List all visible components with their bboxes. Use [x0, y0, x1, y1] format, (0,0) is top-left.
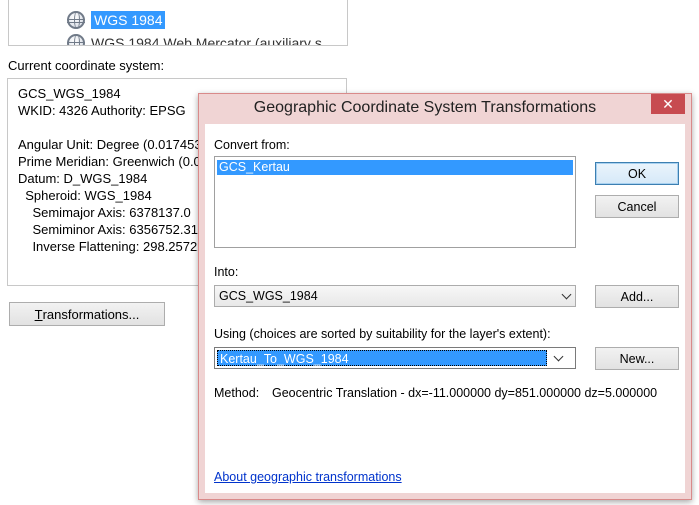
tree-item-label: WGS 1984 Web Mercator (auxiliary s: [91, 35, 322, 46]
close-button[interactable]: ✕: [651, 94, 685, 114]
tree-item-label: WGS 1984: [91, 11, 166, 29]
transformations-mnemonic: T: [34, 306, 43, 322]
tree-item-wgs-1984[interactable]: WGS 1984: [67, 10, 166, 30]
close-icon: ✕: [662, 95, 674, 112]
add-button[interactable]: Add...: [595, 285, 679, 308]
tree-item-wgs-1984-web-mercator[interactable]: WGS 1984 Web Mercator (auxiliary s: [67, 33, 322, 46]
using-value: Kertau_To_WGS_1984: [217, 350, 547, 366]
list-item[interactable]: GCS_Kertau: [217, 160, 573, 175]
chevron-down-icon[interactable]: [549, 348, 567, 368]
gcs-transformations-dialog: Geographic Coordinate System Transformat…: [198, 93, 692, 500]
convert-from-label: Convert from:: [214, 138, 290, 152]
globe-icon: [67, 11, 85, 29]
into-dropdown[interactable]: GCS_WGS_1984: [214, 285, 576, 307]
using-dropdown[interactable]: Kertau_To_WGS_1984: [214, 347, 576, 369]
dialog-titlebar[interactable]: Geographic Coordinate System Transformat…: [199, 94, 691, 122]
new-button[interactable]: New...: [595, 347, 679, 370]
globe-icon: [67, 34, 85, 45]
about-transformations-link[interactable]: About geographic transformations: [214, 470, 402, 484]
method-row: Method: Geocentric Translation - dx=-11.0…: [214, 386, 657, 400]
chevron-down-icon[interactable]: [557, 286, 575, 306]
method-label: Method:: [214, 386, 260, 400]
dialog-title: Geographic Coordinate System Transformat…: [253, 99, 597, 116]
current-coordinate-system-label: Current coordinate system:: [8, 58, 165, 73]
dialog-client-area: Convert from: GCS_Kertau OK Cancel Into:…: [205, 124, 685, 493]
coordinate-system-tree[interactable]: WGS 1984 WGS 1984 Web Mercator (auxiliar…: [8, 0, 348, 46]
transformations-button[interactable]: Transformations...: [9, 302, 165, 326]
cancel-button[interactable]: Cancel: [595, 195, 679, 218]
ok-button[interactable]: OK: [595, 162, 679, 185]
convert-from-list[interactable]: GCS_Kertau: [214, 156, 576, 248]
into-value: GCS_WGS_1984: [219, 289, 318, 303]
into-label: Into:: [214, 265, 239, 279]
transformations-label: ransformations...: [42, 306, 140, 322]
using-label: Using (choices are sorted by suitability…: [214, 327, 551, 341]
method-value: Geocentric Translation - dx=-11.000000 d…: [272, 386, 658, 400]
